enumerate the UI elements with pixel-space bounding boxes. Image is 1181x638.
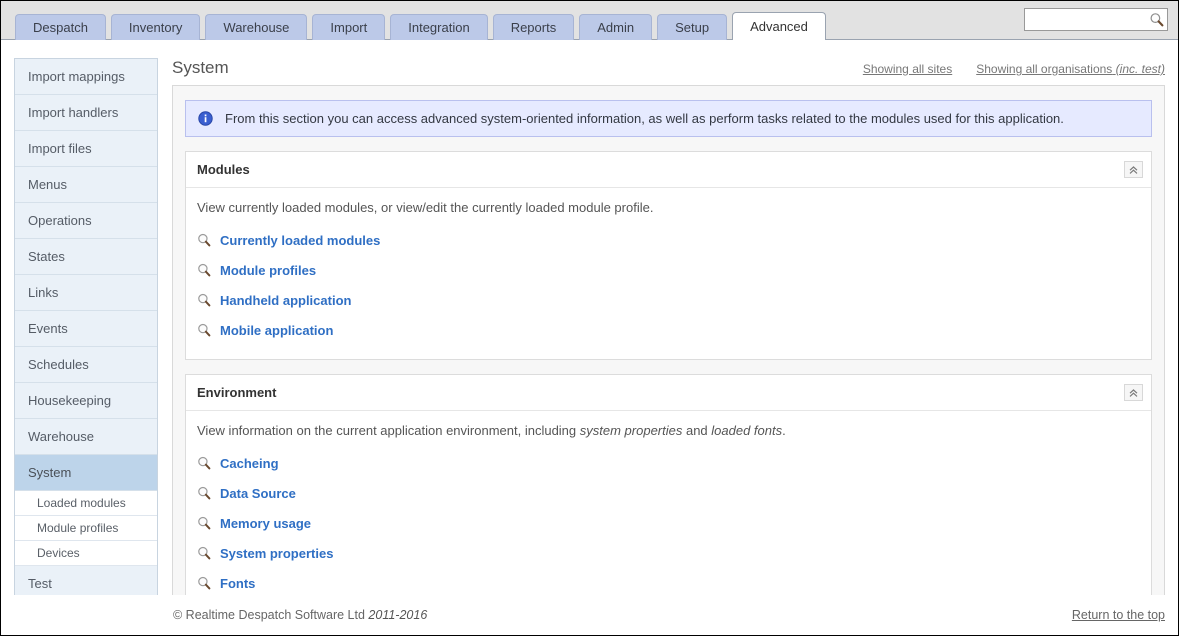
panel-link-list-environment: Cacheing Data Source Memory usage System pr… — [186, 442, 1151, 612]
panel-description-part: . — [782, 423, 786, 438]
link-currently-loaded-modules[interactable]: Currently loaded modules — [197, 225, 1140, 255]
link-label: Data Source — [220, 485, 296, 501]
chevron-double-up-icon[interactable] — [1124, 161, 1143, 178]
tab-import[interactable]: Import — [312, 14, 386, 40]
link-mobile-application[interactable]: Mobile application — [197, 315, 1140, 345]
link-cacheing[interactable]: Cacheing — [197, 448, 1140, 478]
showing-all-organisations-suffix: (inc. test) — [1115, 62, 1165, 76]
search-input[interactable] — [1025, 10, 1145, 29]
tab-despatch[interactable]: Despatch — [15, 14, 106, 40]
link-fonts[interactable]: Fonts — [197, 568, 1140, 598]
page-footer: © Realtime Despatch Software Ltd 2011-20… — [1, 595, 1178, 635]
link-label: Currently loaded modules — [220, 232, 381, 248]
sidebar-item-links[interactable]: Links — [15, 275, 157, 311]
link-label: Handheld application — [220, 292, 352, 308]
showing-all-sites-link[interactable]: Showing all sites — [863, 62, 952, 76]
panel-area: From this section you can access advance… — [172, 86, 1165, 626]
copyright-text: © Realtime Despatch Software Ltd 2011-20… — [173, 608, 427, 622]
magnifier-icon — [197, 323, 211, 337]
tab-reports[interactable]: Reports — [492, 14, 575, 40]
panel-description-part: View currently loaded modules, or view/e… — [197, 200, 654, 215]
link-data-source[interactable]: Data Source — [197, 478, 1140, 508]
magnifier-icon — [197, 486, 211, 500]
content-column: System Showing all sites Showing all org… — [172, 58, 1165, 626]
copyright-years: 2011-2016 — [368, 608, 428, 622]
panel-description-part: loaded fonts — [711, 423, 783, 438]
main-tab-bar: Despatch Inventory Warehouse Import Integrat… — [1, 1, 1178, 40]
sidebar-item-operations[interactable]: Operations — [15, 203, 157, 239]
panel-description-part: system properties — [579, 423, 683, 438]
tab-inventory[interactable]: Inventory — [110, 14, 201, 40]
tab-integration[interactable]: Integration — [390, 14, 488, 40]
link-memory-usage[interactable]: Memory usage — [197, 508, 1140, 538]
magnifier-icon — [197, 516, 211, 530]
sidebar-item-housekeeping[interactable]: Housekeeping — [15, 383, 157, 419]
panel-description-modules: View currently loaded modules, or view/e… — [186, 188, 1151, 219]
tab-advanced[interactable]: Advanced — [732, 12, 826, 40]
link-label: Cacheing — [220, 455, 279, 471]
panels-container: Modules View currently loaded modules, or… — [185, 151, 1152, 613]
sidebar-subitem-devices[interactable]: Devices — [15, 541, 157, 566]
link-label: Fonts — [220, 575, 256, 591]
panel-modules: Modules View currently loaded modules, or… — [185, 151, 1152, 360]
panel-description-part: and — [682, 423, 712, 438]
link-label: System properties — [220, 545, 334, 561]
magnifier-icon — [197, 233, 211, 247]
magnifier-icon — [197, 456, 211, 470]
sidebar-subitem-loaded-modules[interactable]: Loaded modules — [15, 491, 157, 516]
return-to-top-link[interactable]: Return to the top — [1072, 608, 1165, 622]
tab-setup[interactable]: Setup — [657, 14, 728, 40]
showing-all-organisations-link[interactable]: Showing all organisations (inc. test) — [976, 62, 1165, 76]
global-search[interactable] — [1024, 8, 1168, 31]
sidebar-item-system[interactable]: System — [15, 455, 157, 491]
tab-admin[interactable]: Admin — [579, 14, 653, 40]
link-module-profiles[interactable]: Module profiles — [197, 255, 1140, 285]
panel-title-environment: Environment — [197, 385, 277, 400]
scope-links: Showing all sites Showing all organisati… — [863, 62, 1165, 78]
tab-warehouse[interactable]: Warehouse — [205, 14, 308, 40]
page-title: System — [172, 58, 229, 77]
magnifier-icon — [197, 576, 211, 590]
panel-header-environment: Environment — [186, 375, 1151, 411]
info-banner: From this section you can access advance… — [185, 100, 1152, 137]
sidebar-item-import-files[interactable]: Import files — [15, 131, 157, 167]
link-label: Module profiles — [220, 262, 317, 278]
chevron-double-up-icon[interactable] — [1124, 384, 1143, 401]
panel-description-environment: View information on the current applicat… — [186, 411, 1151, 442]
link-label: Memory usage — [220, 515, 312, 531]
info-banner-text: From this section you can access advance… — [225, 111, 1064, 126]
sidebar-item-events[interactable]: Events — [15, 311, 157, 347]
link-label: Mobile application — [220, 322, 334, 338]
sidebar-item-states[interactable]: States — [15, 239, 157, 275]
page-body: Import mappings Import handlers Import fil… — [1, 40, 1178, 626]
showing-all-organisations-label: Showing all organisations — [976, 62, 1113, 76]
magnifier-icon — [197, 546, 211, 560]
link-handheld-application[interactable]: Handheld application — [197, 285, 1140, 315]
sidebar-item-import-handlers[interactable]: Import handlers — [15, 95, 157, 131]
panel-header-modules: Modules — [186, 152, 1151, 188]
link-system-properties[interactable]: System properties — [197, 538, 1140, 568]
search-icon[interactable] — [1145, 10, 1167, 29]
sidebar-item-menus[interactable]: Menus — [15, 167, 157, 203]
panel-description-part: View information on the current applicat… — [197, 423, 580, 438]
magnifier-icon — [197, 263, 211, 277]
page-header: System Showing all sites Showing all org… — [172, 58, 1165, 86]
info-icon — [198, 111, 213, 126]
sidebar-item-import-mappings[interactable]: Import mappings — [15, 59, 157, 95]
sidebar-subitem-module-profiles[interactable]: Module profiles — [15, 516, 157, 541]
application-window: Despatch Inventory Warehouse Import Integrat… — [0, 0, 1179, 636]
sidebar-item-schedules[interactable]: Schedules — [15, 347, 157, 383]
panel-link-list-modules: Currently loaded modules Module profiles H… — [186, 219, 1151, 359]
copyright-label: © Realtime Despatch Software Ltd — [173, 608, 365, 622]
sidebar-navigation: Import mappings Import handlers Import fil… — [14, 58, 158, 603]
panel-title-modules: Modules — [197, 162, 250, 177]
panel-environment: Environment View information on the curre… — [185, 374, 1152, 613]
magnifier-icon — [197, 293, 211, 307]
sidebar-item-warehouse[interactable]: Warehouse — [15, 419, 157, 455]
